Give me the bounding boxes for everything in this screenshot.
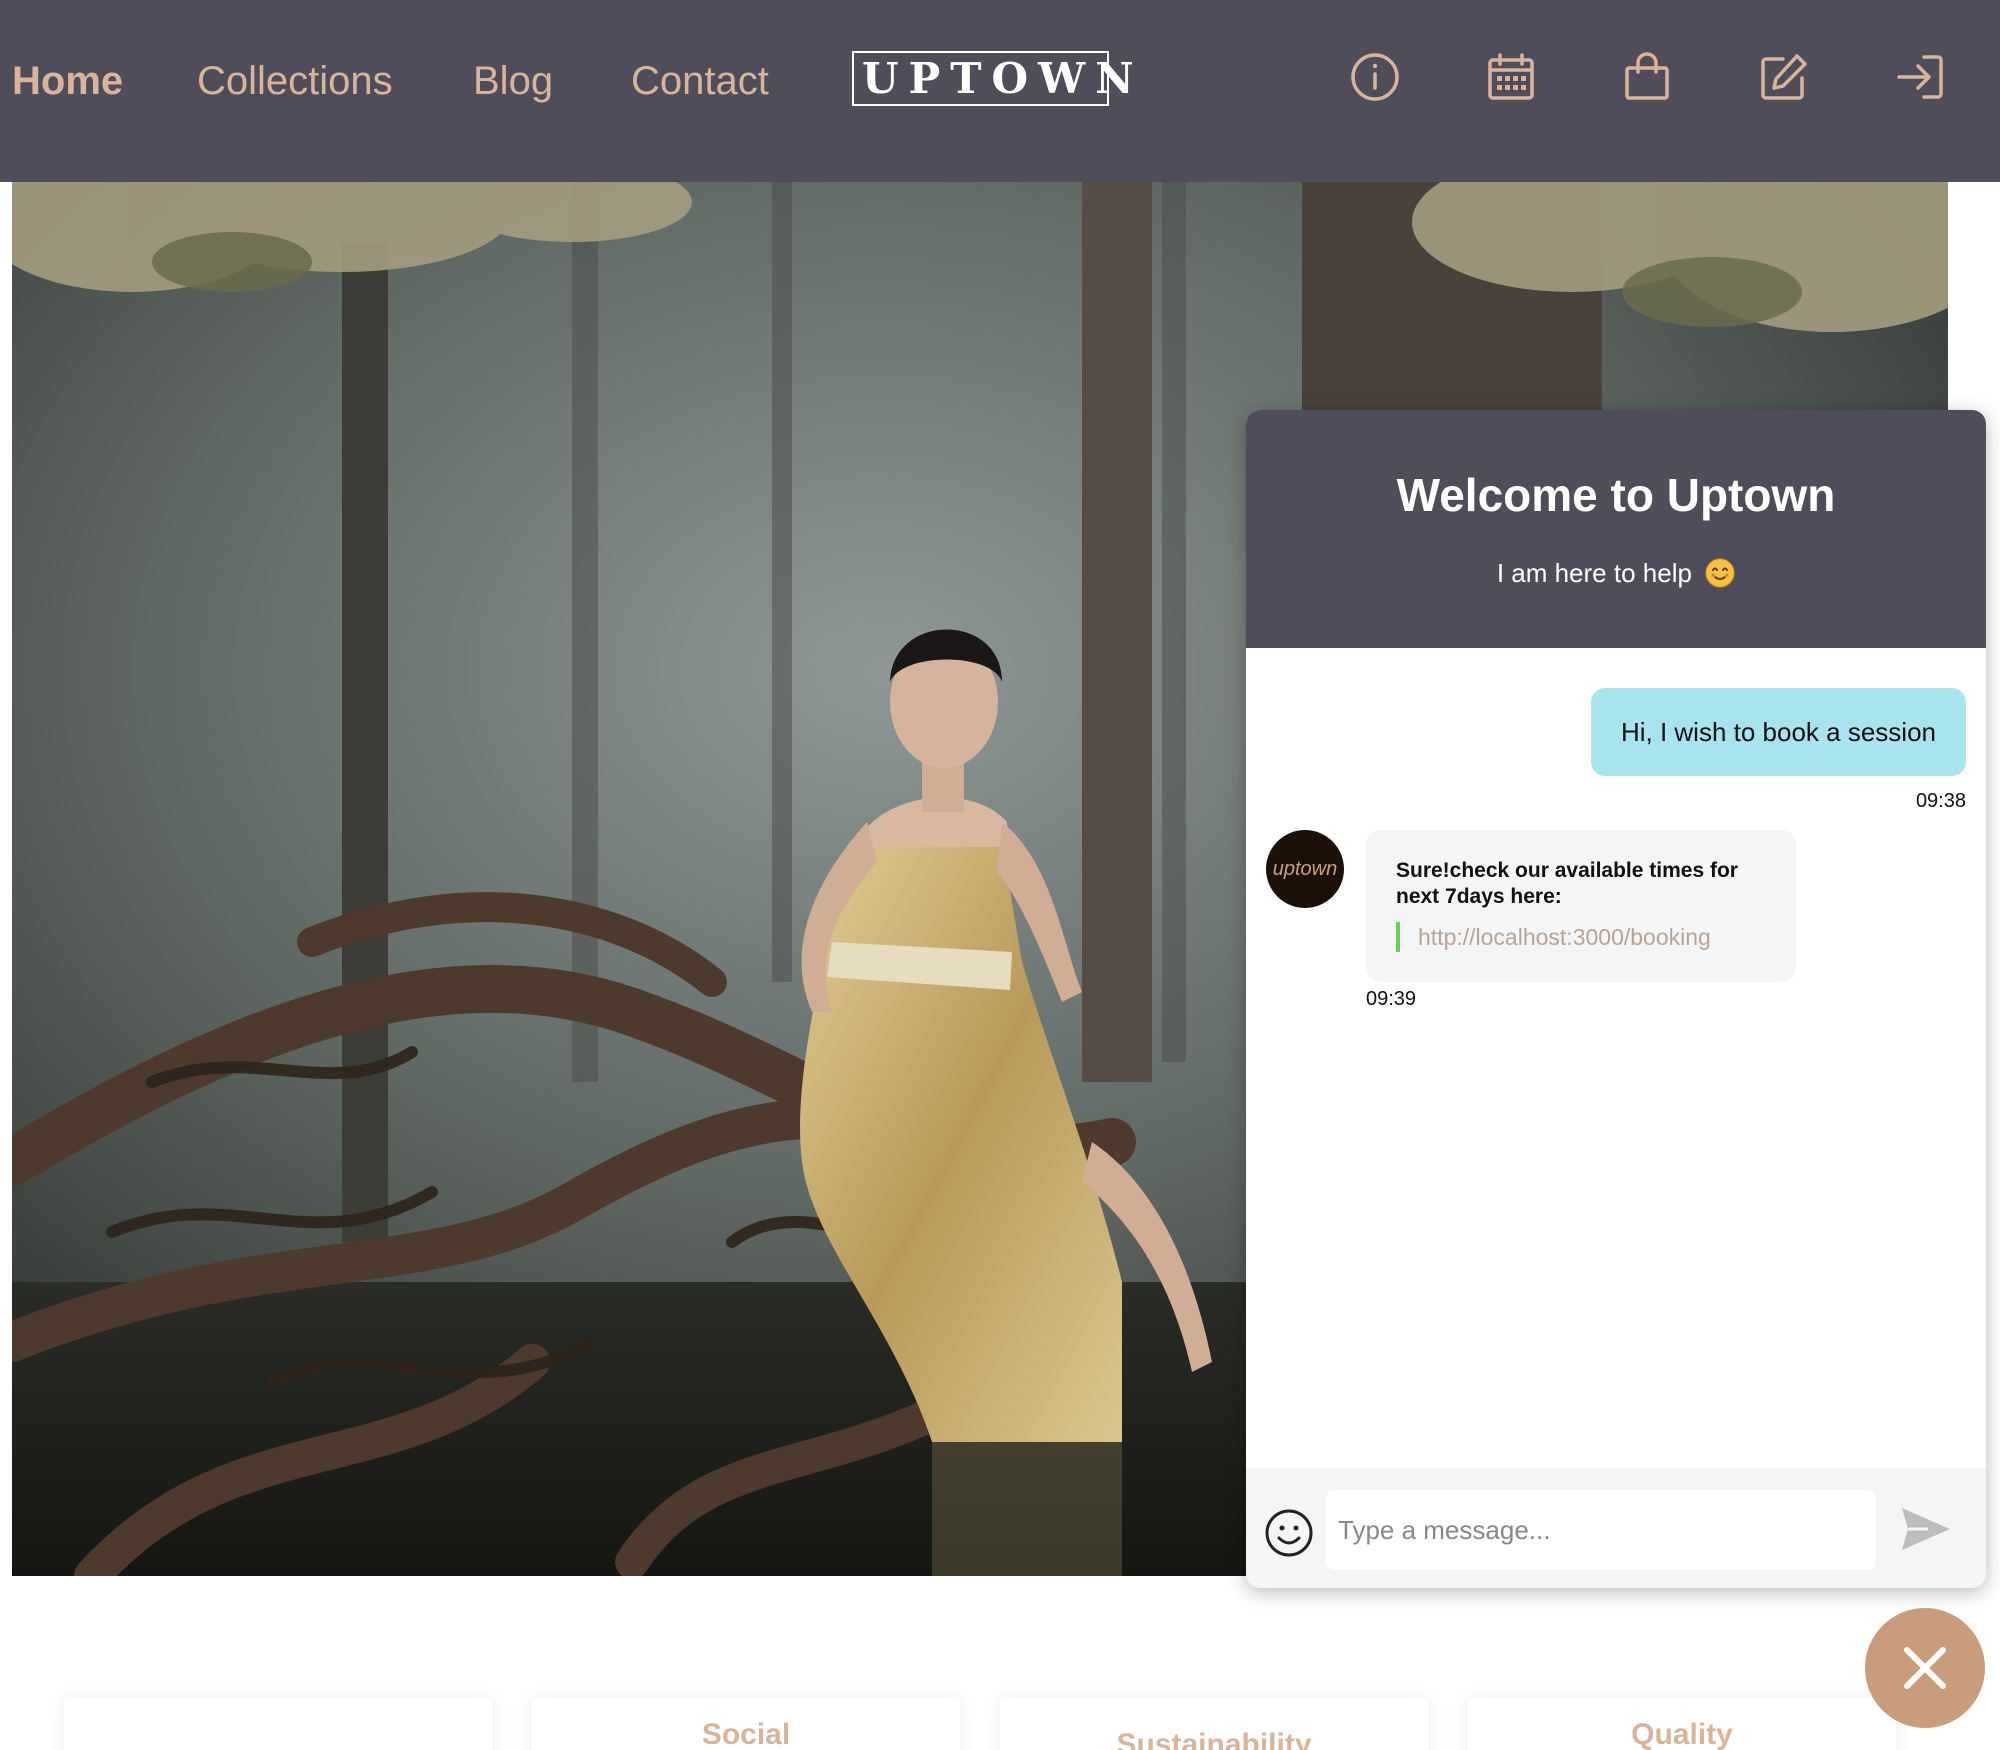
shopping-bag-icon[interactable] bbox=[1620, 50, 1674, 104]
feature-card-sustainability: Sustainability bbox=[1000, 1698, 1428, 1750]
top-navbar: Home Collections Blog Contact UPTOWN bbox=[0, 0, 2000, 182]
bot-message-bubble: Sure!check our available times for next … bbox=[1366, 830, 1796, 982]
close-icon[interactable] bbox=[1865, 1608, 1985, 1728]
nav-link-collections[interactable]: Collections bbox=[197, 56, 393, 106]
booking-link[interactable]: http://localhost:3000/booking bbox=[1396, 922, 1766, 952]
info-icon[interactable] bbox=[1348, 50, 1402, 104]
feature-card bbox=[64, 1698, 492, 1750]
feature-card-social: Social bbox=[532, 1698, 960, 1750]
chat-header: Welcome to Uptown I am here to help bbox=[1246, 410, 1986, 648]
message-timestamp: 09:39 bbox=[1366, 988, 1417, 1010]
chat-subtitle-text: I am here to help bbox=[1496, 558, 1692, 588]
edit-icon[interactable] bbox=[1757, 50, 1811, 104]
sign-in-icon[interactable] bbox=[1894, 50, 1948, 104]
user-message-bubble: Hi, I wish to book a session bbox=[1590, 688, 1966, 776]
message-input[interactable] bbox=[1326, 1490, 1876, 1570]
nav-link-blog[interactable]: Blog bbox=[473, 56, 553, 106]
send-icon[interactable] bbox=[1898, 1504, 1954, 1554]
feature-card-title: Social bbox=[701, 1718, 791, 1750]
feature-card-title: Sustainability bbox=[1116, 1728, 1312, 1750]
chat-composer bbox=[1246, 1468, 1986, 1588]
close-chat-button[interactable] bbox=[1865, 1608, 1985, 1728]
chat-title: Welcome to Uptown bbox=[1396, 469, 1836, 521]
calendar-icon[interactable] bbox=[1484, 50, 1538, 104]
smiling-face-icon bbox=[1705, 558, 1735, 588]
nav-link-contact[interactable]: Contact bbox=[631, 56, 769, 106]
bot-avatar: uptown bbox=[1266, 830, 1344, 908]
chat-subtitle: I am here to help bbox=[1246, 558, 1986, 589]
message-timestamp: 09:38 bbox=[1915, 790, 1966, 812]
bot-message-text: Sure!check our available times for next … bbox=[1396, 859, 1738, 908]
page: Home Collections Blog Contact UPTOWN Soc… bbox=[0, 0, 2000, 1750]
brand-logo[interactable]: UPTOWN bbox=[852, 51, 1134, 106]
nav-link-home[interactable]: Home bbox=[12, 56, 123, 106]
chat-widget: Welcome to Uptown I am here to help Hi, … bbox=[1246, 410, 1986, 1588]
emoji-icon[interactable] bbox=[1264, 1508, 1314, 1558]
feature-card-title: Quality bbox=[1631, 1718, 1733, 1750]
feature-card-quality: Quality bbox=[1468, 1698, 1896, 1750]
